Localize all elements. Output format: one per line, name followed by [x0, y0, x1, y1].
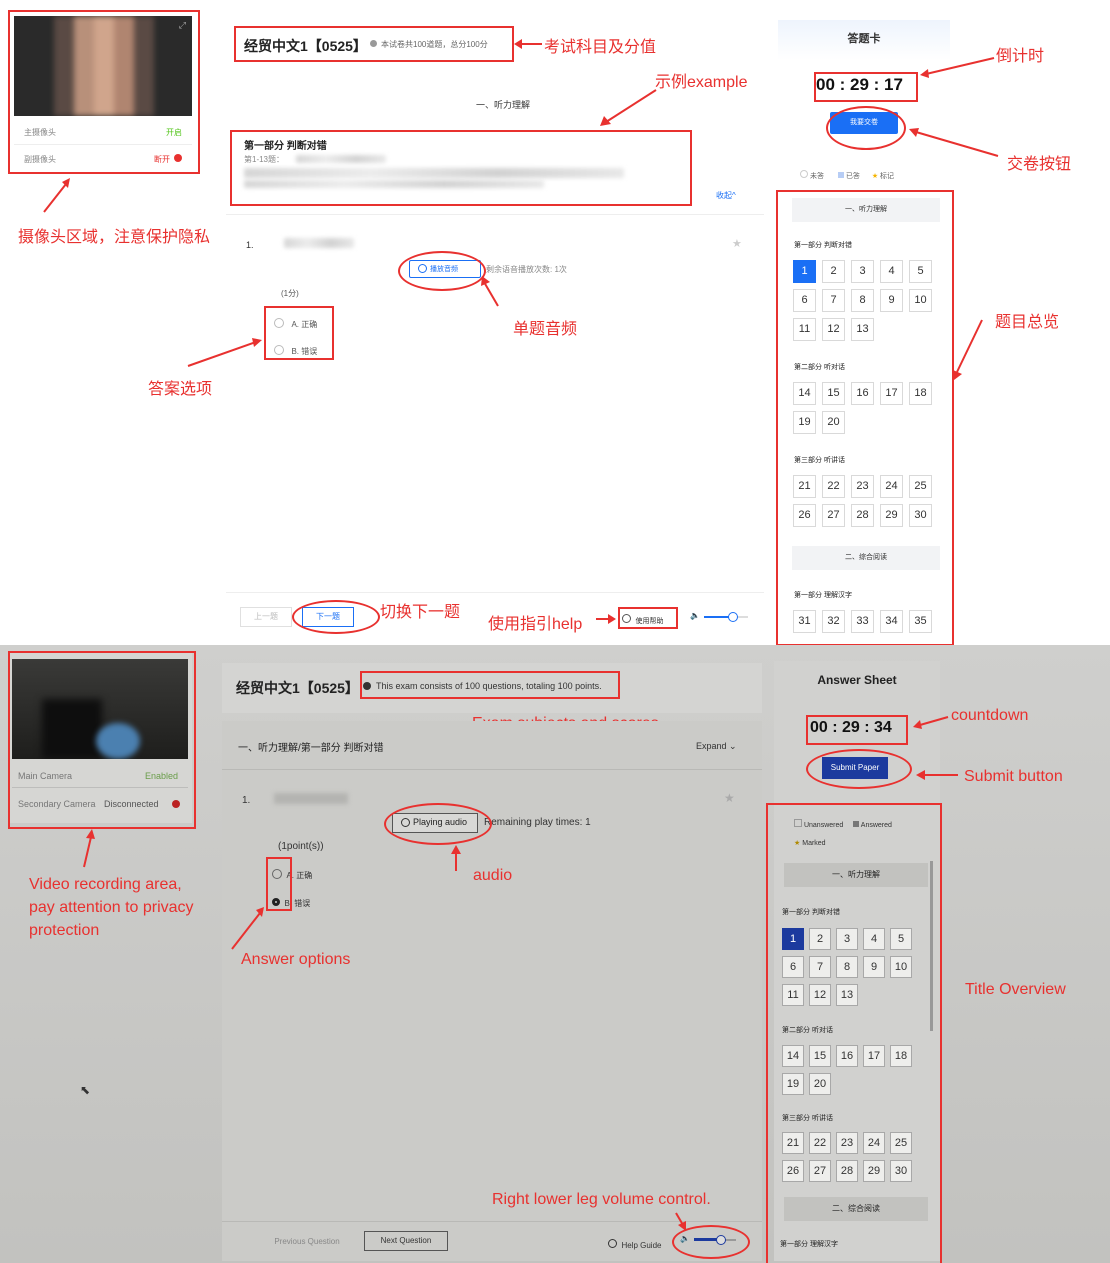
expand-link-photo[interactable]: Expand ⌄ [696, 741, 737, 752]
volume-control[interactable]: 🔈 [690, 611, 750, 622]
overview-annotation-photo: Title Overview [965, 981, 1066, 998]
help-arrow-icon [596, 614, 616, 624]
volume-arrow-icon-photo [675, 1212, 686, 1231]
audio-annotation-photo: audio [473, 867, 513, 884]
submit-arrow-icon-photo [916, 770, 958, 780]
camera-arrow-icon [43, 178, 70, 213]
subject-highlight-box [234, 26, 514, 62]
chevron-down-icon: ⌄ [729, 741, 737, 751]
camera-annotation: 摄像头区域，注意保护隐私 [18, 229, 211, 246]
question-points: (1分) [281, 289, 299, 298]
options-highlight-box-photo [266, 857, 292, 911]
example-highlight-box [230, 130, 692, 206]
overview-arrow-icon [953, 319, 983, 380]
divider [226, 214, 764, 215]
expand-label: Expand [696, 741, 727, 751]
subject-arrow-icon [514, 39, 542, 49]
help-icon-photo [608, 1239, 617, 1249]
countdown-annotation: 倒计时 [996, 48, 1045, 65]
top-screenshot: ⤢ 主摄像头 开启 副摄像头 断开 经贸中文1【0525】 本试卷共100道题，… [0, 0, 1110, 646]
remaining-plays: 剩余语音播放次数: 1次 [486, 265, 567, 274]
next-annotation: 切换下一题 [380, 604, 461, 621]
divider-photo [222, 769, 762, 770]
audio-highlight-oval [398, 251, 486, 291]
star-mark-icon[interactable]: ★ [732, 237, 742, 250]
bottom-divider [226, 592, 764, 593]
audio-annotation: 单题音频 [513, 321, 578, 338]
countdown-annotation-photo: countdown [951, 707, 1029, 724]
exam-main-photo: 一、听力理解/第一部分 判断对错 Expand ⌄ 1. ★ Playing a… [222, 721, 762, 1261]
options-annotation: 答案选项 [148, 381, 213, 398]
next-button-photo[interactable]: Next Question [364, 1231, 448, 1251]
blurred-question-photo [274, 793, 348, 804]
camera-highlight-box [8, 10, 200, 174]
section-title-photo: 一、听力理解/第一部分 判断对错 [238, 743, 384, 754]
bottom-screenshot: Main Camera Enabled Secondary Camera Dis… [0, 645, 1110, 1263]
mouse-cursor-icon: ⬉ [80, 1083, 91, 1097]
prev-button-photo[interactable]: Previous Question [262, 1233, 352, 1251]
camera-highlight-box-photo [8, 651, 196, 829]
audio-arrow-icon [481, 276, 499, 307]
section-title: 一、听力理解 [476, 100, 531, 110]
overview-highlight-box [776, 190, 954, 646]
example-annotation: 示例example [655, 74, 748, 91]
collapse-link[interactable]: 收起^ [716, 190, 736, 201]
subject-annotation: 考试科目及分值 [544, 39, 657, 56]
speaker-icon: 🔈 [690, 611, 700, 620]
submit-arrow-icon [909, 128, 999, 157]
volume-handle[interactable] [728, 612, 738, 622]
options-arrow-icon-photo [231, 907, 264, 950]
countdown-highlight-box-photo [806, 715, 908, 745]
question-points-photo: (1point(s)) [278, 841, 324, 852]
question-number-photo: 1. [242, 795, 251, 806]
options-arrow-icon [187, 338, 262, 367]
help-highlight-box [618, 607, 678, 629]
options-annotation-photo: Answer options [241, 951, 351, 968]
submit-annotation: 交卷按钮 [1007, 156, 1072, 173]
star-mark-icon-photo[interactable]: ★ [724, 791, 735, 805]
volume-annotation-photo: Right lower leg volume control. [492, 1191, 711, 1208]
example-arrow-icon [600, 89, 657, 126]
help-label-photo: Help Guide [621, 1241, 662, 1250]
exam-title-photo: 经贸中文1【0525】 [236, 680, 359, 696]
camera-annotation-photo: Video recording area, pay attention to pr… [29, 876, 194, 939]
audio-arrow-icon-photo [451, 845, 461, 871]
overview-highlight-box-photo [766, 803, 942, 1263]
prev-button[interactable]: 上一题 [240, 607, 292, 627]
overview-annotation: 题目总览 [995, 314, 1060, 331]
submit-highlight-oval [826, 106, 906, 150]
countdown-arrow-icon [920, 57, 995, 78]
help-button-photo[interactable]: Help Guide [608, 1235, 661, 1253]
next-highlight-oval [292, 600, 380, 634]
countdown-highlight-box [814, 72, 918, 102]
help-annotation: 使用指引help [488, 616, 583, 633]
question-number: 1. [246, 240, 254, 250]
remaining-plays-photo: Remaining play times: 1 [484, 817, 591, 828]
submit-highlight-oval-photo [806, 749, 912, 789]
blurred-question-text [284, 238, 354, 248]
countdown-arrow-icon-photo [913, 716, 949, 729]
subject-highlight-box-photo [360, 671, 620, 699]
options-highlight-box [264, 306, 334, 360]
audio-highlight-oval-photo [384, 803, 492, 845]
camera-arrow-icon-photo [83, 829, 95, 868]
submit-annotation-photo: Submit button [964, 768, 1063, 785]
